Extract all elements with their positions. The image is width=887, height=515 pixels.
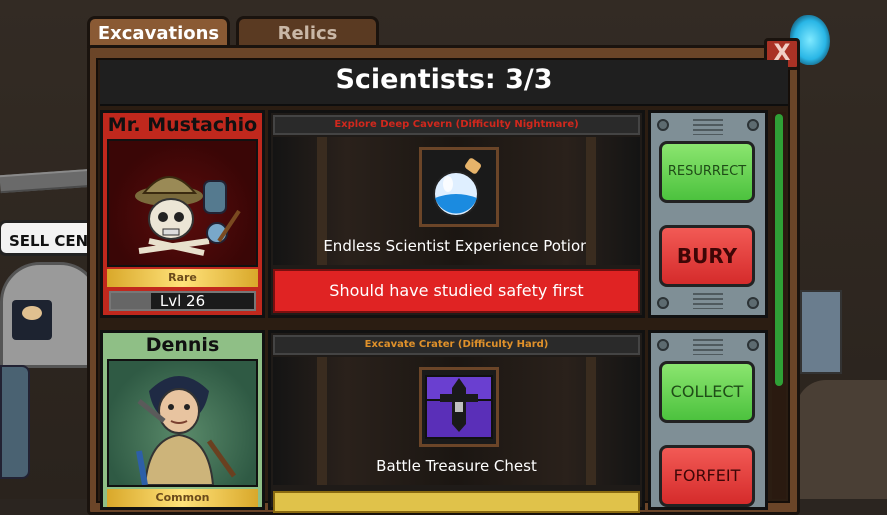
potion-icon	[433, 158, 481, 217]
rarity-banner: Common	[107, 489, 258, 507]
reward-item-frame[interactable]	[419, 367, 499, 447]
vent	[693, 293, 723, 309]
reward-item-name: Battle Treasure Chest	[376, 457, 537, 475]
miner-portrait	[107, 359, 258, 487]
drill-machine	[800, 290, 842, 374]
treasure-chest-icon	[425, 375, 493, 439]
vent	[693, 339, 723, 355]
scientist-card[interactable]: Mr. Mustachio Rare Lvl 26	[100, 110, 265, 318]
tab-relics[interactable]: Relics	[236, 16, 379, 48]
side-machine	[0, 365, 30, 479]
expedition-card: Excavate Crater (Difficulty Hard) Battle…	[268, 330, 645, 513]
miner-icon	[136, 376, 237, 486]
collect-button[interactable]: COLLECT	[659, 361, 755, 423]
scientist-card[interactable]: Dennis Common	[100, 330, 265, 510]
expedition-scene: Endless Scientist Experience Potion	[273, 137, 640, 265]
scientist-name: Dennis	[145, 334, 220, 356]
rarity-banner: Rare	[107, 269, 258, 287]
reward-item-name: Endless Scientist Experience Potion	[323, 237, 590, 255]
bolt-icon	[657, 339, 669, 351]
bury-button[interactable]: BURY	[659, 225, 755, 287]
skull-icon	[135, 176, 241, 256]
action-panel: COLLECT FORFEIT	[648, 330, 768, 510]
reward-item-frame[interactable]	[419, 147, 499, 227]
bolt-icon	[747, 119, 759, 131]
page-title: Scientists: 3/3	[335, 64, 553, 95]
expedition-card: Explore Deep Cavern (Difficulty Nightmar…	[268, 110, 645, 318]
forfeit-button[interactable]: FORFEIT	[659, 445, 755, 507]
tab-excavations[interactable]: Excavations	[87, 16, 230, 48]
bolt-icon	[747, 297, 759, 309]
scientist-name: Mr. Mustachio	[107, 114, 258, 136]
vent	[693, 119, 723, 135]
level-label: Lvl 26	[159, 292, 206, 310]
rock	[796, 380, 887, 499]
scrollbar-thumb[interactable]	[775, 114, 783, 386]
bolt-icon	[657, 297, 669, 309]
level-bar: Lvl 26	[109, 291, 256, 311]
expedition-title: Explore Deep Cavern (Difficulty Nightmar…	[273, 115, 640, 135]
expedition-title: Excavate Crater (Difficulty Hard)	[273, 335, 640, 355]
bolt-icon	[747, 339, 759, 351]
status-bar: Should have studied safety first	[273, 269, 640, 313]
resurrect-button[interactable]: RESURRECT	[659, 141, 755, 203]
bolt-icon	[657, 119, 669, 131]
expedition-scene: Battle Treasure Chest	[273, 357, 640, 485]
status-bar	[273, 491, 640, 513]
sell-center-sign[interactable]: SELL CENT	[0, 220, 98, 256]
skull-explorer-portrait	[107, 139, 258, 267]
action-panel: RESURRECT BURY	[648, 110, 768, 318]
vendor-avatar	[12, 300, 52, 340]
